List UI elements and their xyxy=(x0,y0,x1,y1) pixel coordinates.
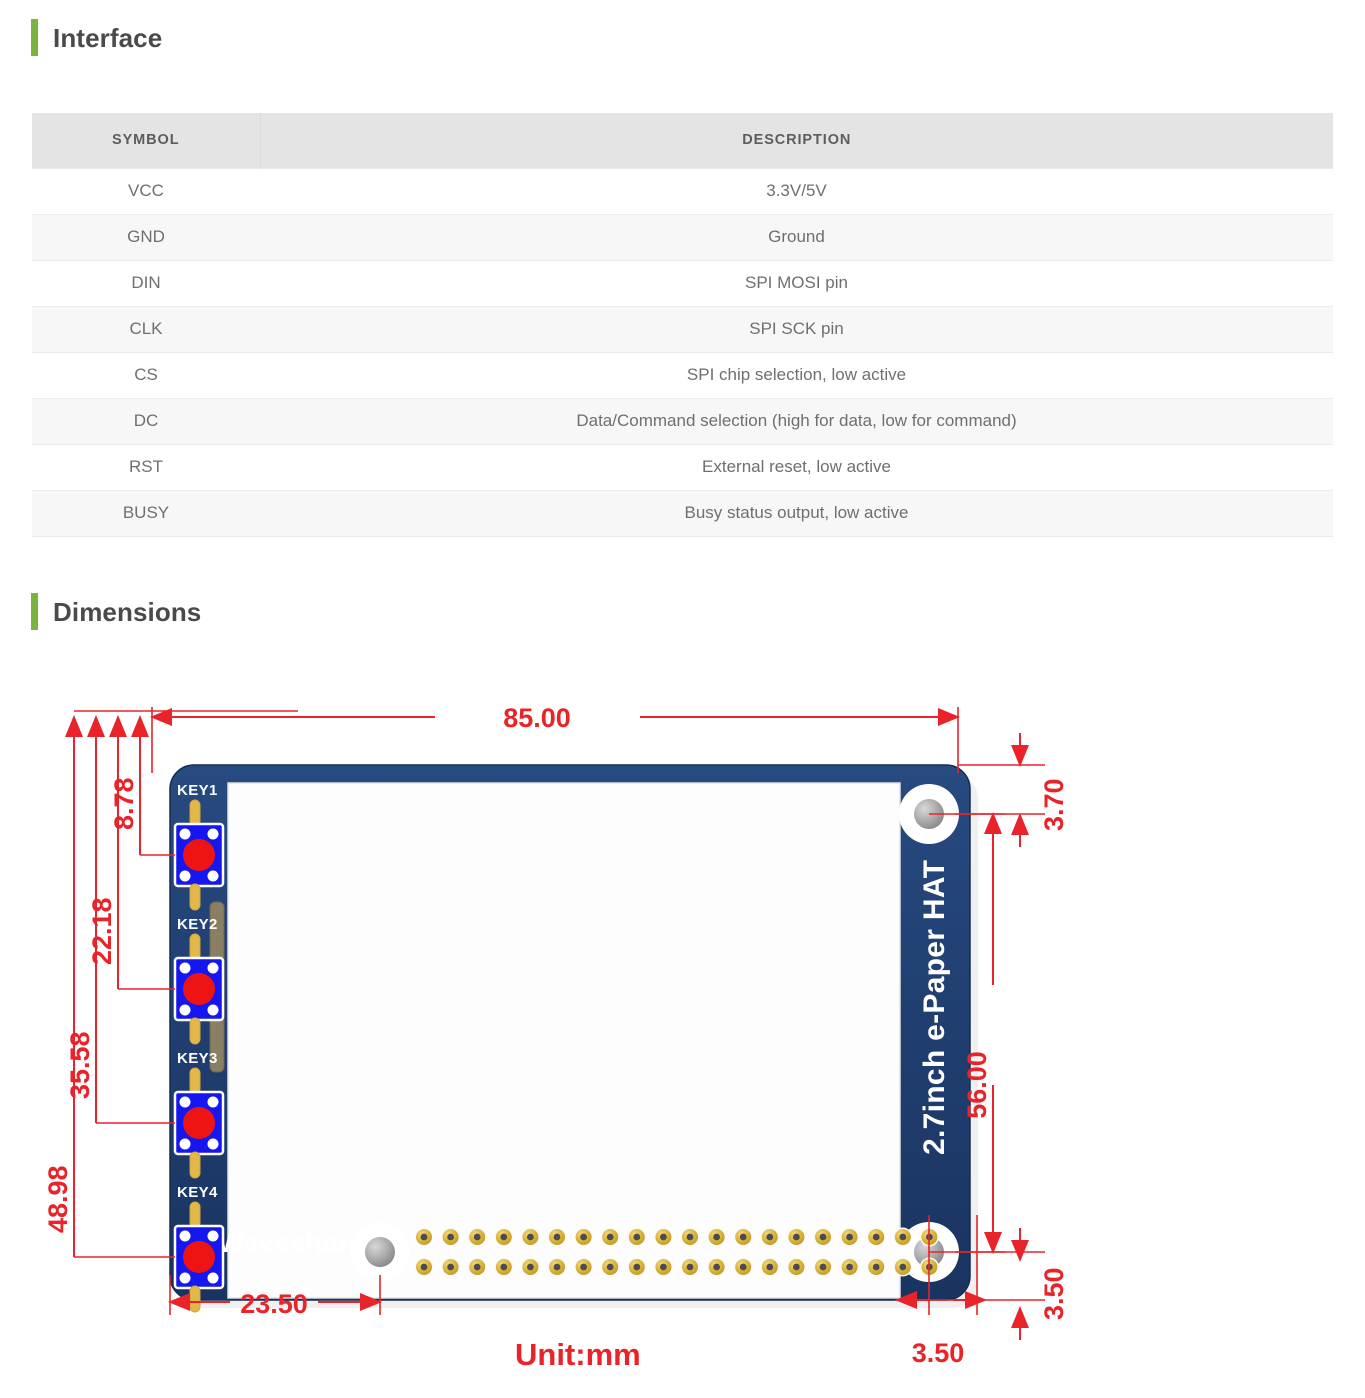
gpio-pad xyxy=(893,1257,913,1277)
dimensions-title: Dimensions xyxy=(53,596,202,627)
gpio-pad xyxy=(520,1257,540,1277)
gpio-pad xyxy=(840,1227,860,1247)
dimension-label-3-70: 3.70 xyxy=(1039,778,1069,831)
gpio-pad xyxy=(866,1227,886,1247)
dimension-label-35-58: 35.58 xyxy=(65,1031,95,1099)
mounting-hole-bottom-left xyxy=(350,1222,410,1282)
gpio-pad xyxy=(441,1227,461,1247)
table-row: CLK SPI SCK pin xyxy=(32,305,1333,353)
table-row: DIN SPI MOSI pin xyxy=(32,259,1333,307)
cell-description: 3.3V/5V xyxy=(260,167,1333,215)
gpio-pad xyxy=(840,1257,860,1277)
table-header: SYMBOL DESCRIPTION xyxy=(32,113,1333,168)
gpio-pad xyxy=(520,1227,540,1247)
silkscreen-brand-label: Waveshare xyxy=(218,1228,365,1258)
column-header-symbol: SYMBOL xyxy=(32,113,261,168)
dimension-label-3-50-horizontal: 3.50 xyxy=(912,1338,965,1368)
gpio-pad xyxy=(653,1227,673,1247)
gpio-pad xyxy=(733,1257,753,1277)
interface-table: SYMBOL DESCRIPTION VCC 3.3V/5V GND Ground DI… xyxy=(32,113,1333,537)
gpio-pad xyxy=(707,1257,727,1277)
gpio-pad xyxy=(414,1227,434,1247)
dimension-label-22-18: 22.18 xyxy=(87,897,117,965)
gpio-pad xyxy=(600,1227,620,1247)
gpio-pad xyxy=(494,1227,514,1247)
gpio-pad xyxy=(813,1227,833,1247)
gpio-pad xyxy=(600,1257,620,1277)
dimension-label-48-98: 48.98 xyxy=(43,1165,73,1233)
epaper-display-panel xyxy=(227,782,901,1299)
key4-label: KEY4 xyxy=(177,1184,218,1201)
table-row: GND Ground xyxy=(32,213,1333,261)
cell-symbol: DIN xyxy=(32,259,260,307)
key2-label: KEY2 xyxy=(177,916,218,933)
cell-symbol: CS xyxy=(32,351,260,399)
interface-table-container: SYMBOL DESCRIPTION VCC 3.3V/5V GND Ground DI… xyxy=(32,113,1333,537)
cell-description: SPI chip selection, low active xyxy=(260,351,1333,399)
gpio-pad xyxy=(494,1257,514,1277)
unit-label: Unit:mm xyxy=(515,1337,641,1372)
table-header-row: SYMBOL DESCRIPTION xyxy=(32,113,1333,168)
table-row: VCC 3.3V/5V xyxy=(32,167,1333,215)
table-row: RST External reset, low active xyxy=(32,443,1333,491)
gpio-pad xyxy=(813,1257,833,1277)
cell-symbol: RST xyxy=(32,443,260,491)
dimensions-section-heading: Dimensions xyxy=(0,593,201,630)
dimension-width-85: 85.00 xyxy=(150,703,960,773)
table-row: BUSY Busy status output, low active xyxy=(32,489,1333,537)
gpio-pad xyxy=(866,1257,886,1277)
gpio-pad xyxy=(441,1257,461,1277)
dimension-label-8-78: 8.78 xyxy=(109,777,139,830)
gpio-pad xyxy=(574,1227,594,1247)
table-row: DC Data/Command selection (high for data,… xyxy=(32,397,1333,445)
gpio-pad xyxy=(733,1227,753,1247)
dimension-label-23-50: 23.50 xyxy=(240,1289,308,1319)
table-row: CS SPI chip selection, low active xyxy=(32,351,1333,399)
dimension-label-56: 56.00 xyxy=(962,1051,992,1119)
cell-description: Data/Command selection (high for data, l… xyxy=(260,397,1333,445)
gpio-pad xyxy=(547,1227,567,1247)
key3-label: KEY3 xyxy=(177,1050,218,1067)
gpio-pad xyxy=(627,1227,647,1247)
gpio-pad xyxy=(574,1257,594,1277)
gpio-pad xyxy=(760,1257,780,1277)
dimension-label-85: 85.00 xyxy=(503,703,571,733)
key1-label: KEY1 xyxy=(177,782,218,799)
gpio-pad xyxy=(467,1227,487,1247)
gpio-pad xyxy=(414,1257,434,1277)
gpio-pad xyxy=(680,1227,700,1247)
pcb-board: 2.7inch e-Paper HAT Waveshare KEY1 KEY2 … xyxy=(169,764,971,1313)
cell-description: External reset, low active xyxy=(260,443,1333,491)
accent-bar-icon xyxy=(31,593,38,630)
cell-symbol: GND xyxy=(32,213,260,261)
interface-section-heading: Interface xyxy=(0,19,162,56)
cell-description: SPI SCK pin xyxy=(260,305,1333,353)
dimension-label-3-50-vertical: 3.50 xyxy=(1039,1267,1069,1320)
gpio-pad xyxy=(627,1257,647,1277)
column-header-description: DESCRIPTION xyxy=(260,113,1333,168)
cell-symbol: CLK xyxy=(32,305,260,353)
gpio-pad xyxy=(467,1257,487,1277)
cell-description: Busy status output, low active xyxy=(260,489,1333,537)
gpio-pad xyxy=(760,1227,780,1247)
cell-description: SPI MOSI pin xyxy=(260,259,1333,307)
page-title: Interface xyxy=(53,22,163,53)
gpio-pad xyxy=(786,1257,806,1277)
gpio-pad xyxy=(653,1257,673,1277)
gpio-pad xyxy=(680,1257,700,1277)
cell-description: Ground xyxy=(260,213,1333,261)
gpio-pad xyxy=(893,1227,913,1247)
gpio-pad xyxy=(707,1227,727,1247)
dimension-drawing: 2.7inch e-Paper HAT Waveshare KEY1 KEY2 … xyxy=(0,655,1365,1398)
table-body: VCC 3.3V/5V GND Ground DIN SPI MOSI pin CLK SPI… xyxy=(32,167,1333,537)
cell-symbol: DC xyxy=(32,397,260,445)
cell-symbol: BUSY xyxy=(32,489,260,537)
gpio-pad xyxy=(786,1227,806,1247)
cell-symbol: VCC xyxy=(32,167,260,215)
gpio-pad xyxy=(547,1257,567,1277)
silkscreen-model-label: 2.7inch e-Paper HAT xyxy=(918,860,951,1155)
accent-bar-icon xyxy=(31,19,38,56)
page-root: Interface SYMBOL DESCRIPTION VCC 3.3V/5V G… xyxy=(0,0,1365,1398)
